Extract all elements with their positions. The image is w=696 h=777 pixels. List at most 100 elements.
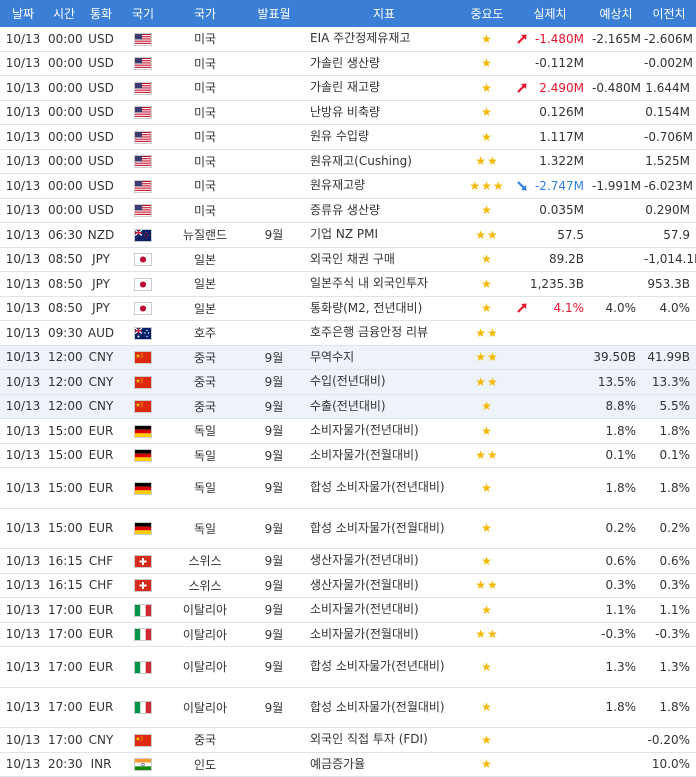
- actual-value: 1.322M: [539, 154, 584, 169]
- table-row[interactable]: 10/13 17:00 EUR 이탈리아 9월 소비자물가(전월대비) ★★ -0.3% -0.…: [0, 622, 696, 647]
- previous-cell: 0.6%: [642, 548, 696, 574]
- importance-star-icon: ★★: [475, 227, 499, 242]
- table-row[interactable]: 10/13 06:30 NZD 뉴질랜드 9월 기업 NZ PMI ★★ 57.5 57.9: [0, 222, 696, 248]
- column-header-importance[interactable]: 중요도: [464, 0, 510, 27]
- column-header-release-month[interactable]: 발표월: [244, 0, 304, 27]
- importance-cell: ★: [464, 418, 510, 444]
- indicator-cell: 소비자물가(전년대비): [304, 597, 464, 623]
- date-cell: 10/13: [0, 149, 46, 174]
- importance-star-icon: ★: [481, 105, 493, 120]
- importance-star-icon: ★: [481, 252, 493, 267]
- table-row[interactable]: 10/13 12:00 CNY 중국 9월 수출(전년대비) ★ 8.8% 5.5%: [0, 394, 696, 419]
- table-row[interactable]: 10/13 00:00 USD 미국 EIA 주간정제유재고 ★ -1.480M -2.165…: [0, 27, 696, 52]
- table-row[interactable]: 10/13 16:15 CHF 스위스 9월 생산자물가(전년대비) ★ 0.6% 0.6%: [0, 548, 696, 574]
- flag-cell: [120, 320, 166, 346]
- time-cell: 00:00: [46, 173, 82, 199]
- column-header-forecast[interactable]: 예상치: [590, 0, 642, 27]
- indicator-cell: 합성 소비자물가(전월대비): [304, 508, 464, 549]
- column-header-country[interactable]: 국가: [166, 0, 244, 27]
- table-row[interactable]: 10/13 09:30 AUD 호주 호주은행 금융안정 리뷰 ★★: [0, 320, 696, 346]
- flag-cell: [120, 548, 166, 574]
- table-row[interactable]: 10/13 00:00 USD 미국 원유재고(Cushing) ★★ 1.322M 1.52…: [0, 149, 696, 174]
- currency-cell: EUR: [82, 597, 120, 623]
- table-row[interactable]: 10/13 15:00 EUR 독일 9월 소비자물가(전월대비) ★★ 0.1% 0.1%: [0, 443, 696, 468]
- importance-star-icon: ★: [481, 732, 493, 747]
- actual-value: 4.1%: [553, 301, 585, 316]
- previous-cell: 1.644M: [642, 75, 696, 101]
- actual-cell: 1.322M: [510, 149, 590, 174]
- date-cell: 10/13: [0, 320, 46, 346]
- importance-star-icon: ★★: [475, 154, 499, 169]
- importance-star-icon: ★: [481, 56, 493, 71]
- column-header-indicator[interactable]: 지표: [304, 0, 464, 27]
- currency-cell: USD: [82, 27, 120, 52]
- table-row[interactable]: 10/13 00:00 USD 미국 난방유 비축량 ★ 0.126M 0.154M: [0, 100, 696, 125]
- indicator-cell: 무역수지: [304, 345, 464, 370]
- table-row[interactable]: 10/13 16:15 CHF 스위스 9월 생산자물가(전월대비) ★★ 0.3% 0.3%: [0, 573, 696, 598]
- actual-cell: [510, 646, 590, 688]
- currency-cell: JPY: [82, 296, 120, 321]
- indicator-cell: 합성 소비자물가(전년대비): [304, 467, 464, 509]
- currency-cell: USD: [82, 149, 120, 174]
- table-row[interactable]: 10/1308:50JPY 일본 외국인 채권 구매 ★ 89.2B -1,014.1B: [0, 247, 696, 272]
- actual-cell: -1.480M: [510, 27, 590, 52]
- table-row[interactable]: 10/13 12:00 CNY 중국 9월 수입(전년대비) ★★ 13.5% 13.3%: [0, 369, 696, 395]
- importance-cell: ★: [464, 646, 510, 688]
- table-row[interactable]: 10/13 15:00 EUR 독일 9월 소비자물가(전년대비) ★ 1.8% 1.8%: [0, 418, 696, 444]
- release-month-cell: [244, 124, 304, 150]
- previous-cell: 953.3B: [642, 271, 696, 297]
- importance-star-icon: ★★: [475, 325, 499, 340]
- table-row[interactable]: 10/13 00:00 USD 미국 가솔린 생산량 ★ -0.112M -0.002M: [0, 51, 696, 76]
- table-row[interactable]: 10/13 00:00 USD 미국 가솔린 재고량 ★ 2.490M -0.480M 1.64…: [0, 75, 696, 101]
- forecast-cell: 13.5%: [590, 369, 642, 395]
- importance-cell: ★★: [464, 622, 510, 647]
- table-row[interactable]: 10/13 00:00 USD 미국 원유재고량 ★★★ -2.747M -1.991M -6.…: [0, 173, 696, 199]
- release-month-cell: 9월: [244, 369, 304, 395]
- table-row[interactable]: 10/13 17:00 EUR 이탈리아 9월 합성 소비자물가(전월대비) ★ 1.8% 1.…: [0, 687, 696, 728]
- time-cell: 17:00: [46, 646, 82, 688]
- column-header-flag[interactable]: 국기: [120, 0, 166, 27]
- flag-us-icon: [135, 205, 151, 217]
- flag-us-icon: [135, 82, 151, 94]
- currency-cell: NZD: [82, 222, 120, 248]
- forecast-cell: [590, 51, 642, 76]
- table-row[interactable]: 10/13 00:00 USD 미국 증류유 생산량 ★ 0.035M 0.290M: [0, 198, 696, 223]
- table-row[interactable]: 10/13 08:50 JPY 일본 통화량(M2, 전년대비) ★ 4.1% 4.0% 4.0…: [0, 296, 696, 321]
- release-month-cell: [244, 320, 304, 346]
- column-header-time[interactable]: 시간: [46, 0, 82, 27]
- indicator-cell: 소비자물가(전월대비): [304, 622, 464, 647]
- table-row[interactable]: 10/13 17:00 EUR 이탈리아 9월 합성 소비자물가(전년대비) ★ 1.3% 1.…: [0, 646, 696, 688]
- time-cell: 12:00: [46, 394, 82, 419]
- country-cell: 이탈리아: [166, 622, 244, 647]
- flag-cell: [120, 173, 166, 199]
- time-cell: 00:00: [46, 124, 82, 150]
- flag-jp-icon: [135, 278, 151, 290]
- importance-cell: ★★: [464, 345, 510, 370]
- time-cell: 17:00: [46, 727, 82, 753]
- table-row[interactable]: 10/13 12:00 CNY 중국 9월 무역수지 ★★ 39.50B 41.99B: [0, 345, 696, 370]
- indicator-cell: 소비자물가(전년대비): [304, 418, 464, 444]
- importance-star-icon: ★★: [475, 578, 499, 593]
- currency-cell: CNY: [82, 727, 120, 753]
- table-row[interactable]: 10/13 00:00 USD 미국 원유 수입량 ★ 1.117M -0.706M: [0, 124, 696, 150]
- country-cell: 일본: [166, 247, 244, 272]
- time-cell: 00:00: [46, 198, 82, 223]
- table-row[interactable]: 10/13 15:00 EUR 독일 9월 합성 소비자물가(전년대비) ★ 1.8% 1.8%: [0, 467, 696, 509]
- column-header-currency[interactable]: 통화: [82, 0, 120, 27]
- flag-cell: [120, 508, 166, 549]
- forecast-cell: [590, 247, 642, 272]
- importance-cell: ★★★: [464, 173, 510, 199]
- column-header-actual[interactable]: 실제치: [510, 0, 590, 27]
- table-row[interactable]: 10/13 08:50 JPY 일본 일본주식 내 외국인투자 ★ 1,235.3B 953.…: [0, 271, 696, 297]
- flag-cell: [120, 27, 166, 52]
- actual-cell: [510, 727, 590, 753]
- release-month-cell: [244, 198, 304, 223]
- actual-value: 57.5: [557, 227, 584, 242]
- table-row[interactable]: 10/13 17:00 CNY 중국 외국인 직접 투자 (FDI) ★ -0.20%: [0, 727, 696, 753]
- column-header-date[interactable]: 날짜: [0, 0, 46, 27]
- trend-up-arrow-icon: [517, 303, 527, 314]
- table-row[interactable]: 10/13 15:00 EUR 독일 9월 합성 소비자물가(전월대비) ★ 0.2% 0.2%: [0, 508, 696, 549]
- column-header-previous[interactable]: 이전치: [642, 0, 696, 27]
- date-cell: 10/13: [0, 597, 46, 623]
- table-row[interactable]: 10/13 17:00 EUR 이탈리아 9월 소비자물가(전년대비) ★ 1.1% 1.1%: [0, 597, 696, 623]
